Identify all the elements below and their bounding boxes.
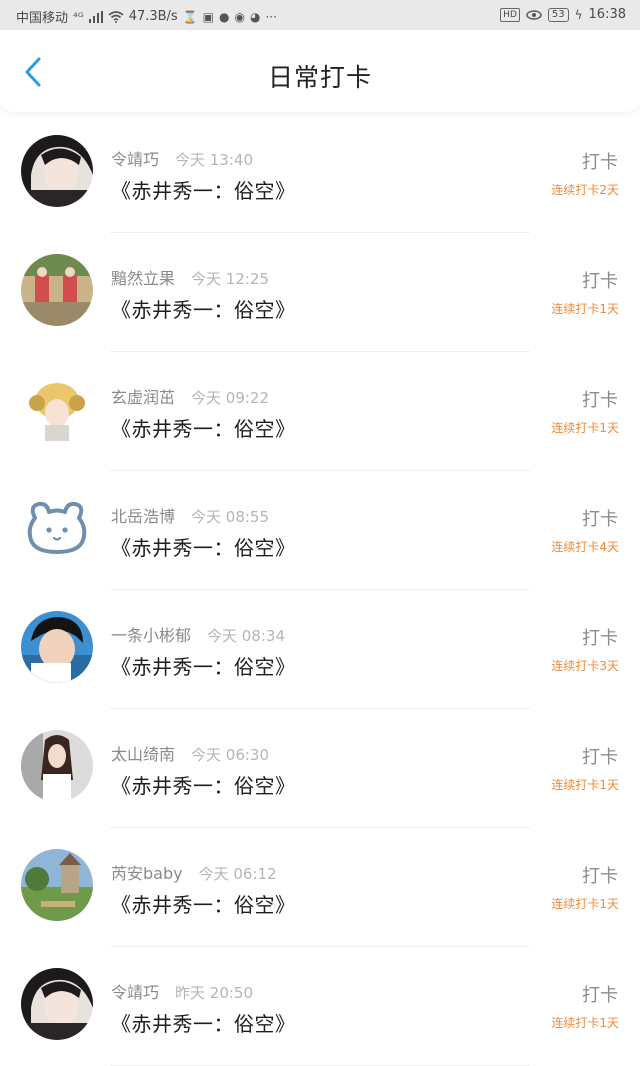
book-title: 《赤井秀一：俗空》 (111, 298, 296, 322)
punch-label: 打卡 (582, 985, 618, 1006)
punch-label: 打卡 (582, 152, 618, 173)
avatar[interactable] (21, 254, 93, 326)
book-title: 《赤井秀一：俗空》 (111, 655, 296, 679)
checkin-row[interactable]: 令靖巧 昨天 20:50 《赤井秀一：俗空》 打卡 连续打卡1天 (0, 947, 640, 1066)
hd-badge: HD (500, 7, 520, 22)
eye-icon (526, 9, 542, 20)
battery-level: 53 (547, 7, 569, 22)
book-title: 《赤井秀一：俗空》 (111, 536, 296, 560)
checkin-row[interactable]: 太山绮南 今天 06:30 《赤井秀一：俗空》 打卡 连续打卡1天 (0, 709, 640, 828)
checkin-row[interactable]: 芮安baby 今天 06:12 《赤井秀一：俗空》 打卡 连续打卡1天 (0, 828, 640, 947)
charging-icon: ϟ (574, 7, 583, 22)
streak-label: 连续打卡1天 (551, 1016, 619, 1030)
clipboard-icon: ▣ (202, 9, 215, 24)
user-name: 一条小彬郁 (111, 626, 192, 645)
checkin-time: 今天 06:30 (191, 746, 270, 764)
avatar[interactable] (21, 135, 93, 207)
user-name: 黯然立果 (111, 269, 176, 288)
streak-label: 连续打卡4天 (551, 540, 619, 554)
clock: 16:38 (588, 7, 626, 22)
more-notifications-icon: ··· (265, 9, 277, 24)
punch-label: 打卡 (582, 747, 618, 768)
checkin-time: 今天 09:22 (191, 389, 270, 407)
avatar[interactable] (21, 968, 93, 1040)
avatar[interactable] (21, 373, 93, 445)
user-name: 令靖巧 (111, 983, 160, 1002)
checkin-row[interactable]: 玄虚润茁 今天 09:22 《赤井秀一：俗空》 打卡 连续打卡1天 (0, 352, 640, 471)
checkin-time: 今天 13:40 (175, 151, 254, 169)
user-name-row: 令靖巧 今天 13:40 (111, 146, 253, 170)
checkin-row[interactable]: 一条小彬郁 今天 08:34 《赤井秀一：俗空》 打卡 连续打卡3天 (0, 590, 640, 709)
user-name-row: 黯然立果 今天 12:25 (111, 265, 269, 289)
user-name-row: 北岳浩博 今天 08:55 (111, 503, 269, 527)
punch-label: 打卡 (582, 271, 618, 292)
checkin-time: 今天 12:25 (191, 270, 270, 288)
signal-4g-label: ⁴ᴳ (73, 9, 84, 24)
streak-label: 连续打卡1天 (551, 778, 619, 792)
user-name: 北岳浩博 (111, 507, 176, 526)
checkin-time: 今天 08:34 (207, 627, 286, 645)
weibo-icon: ◕ (249, 9, 261, 24)
user-name: 玄虚润茁 (111, 388, 176, 407)
punch-label: 打卡 (582, 509, 618, 530)
punch-label: 打卡 (582, 390, 618, 411)
signal-icon (88, 10, 103, 23)
punch-label: 打卡 (582, 628, 618, 649)
qq-icon: ● (219, 9, 230, 24)
user-name: 芮安baby (111, 864, 183, 883)
book-title: 《赤井秀一：俗空》 (111, 179, 296, 203)
book-title: 《赤井秀一：俗空》 (111, 774, 296, 798)
avatar[interactable] (21, 492, 93, 564)
user-name: 太山绮南 (111, 745, 176, 764)
checkin-time: 今天 08:55 (191, 508, 270, 526)
streak-label: 连续打卡1天 (551, 897, 619, 911)
checkin-time: 今天 06:12 (198, 865, 277, 883)
page-title: 日常打卡 (267, 63, 372, 92)
user-name-row: 芮安baby 今天 06:12 (111, 860, 277, 884)
user-name-row: 令靖巧 昨天 20:50 (111, 979, 253, 1003)
avatar[interactable] (21, 730, 93, 802)
book-title: 《赤井秀一：俗空》 (111, 1012, 296, 1036)
checkin-time: 昨天 20:50 (175, 984, 254, 1002)
avatar[interactable] (21, 611, 93, 683)
user-name: 令靖巧 (111, 150, 160, 169)
user-name-row: 玄虚润茁 今天 09:22 (111, 384, 269, 408)
user-name-row: 太山绮南 今天 06:30 (111, 741, 269, 765)
streak-label: 连续打卡1天 (551, 421, 619, 435)
status-bar: 中国移动 ⁴ᴳ 47.3B/s ⌛ ▣ ● ◉ ◕ ··· HD 53 ϟ 16… (0, 0, 640, 30)
book-title: 《赤井秀一：俗空》 (111, 893, 296, 917)
avatar[interactable] (21, 849, 93, 921)
streak-label: 连续打卡2天 (551, 183, 619, 197)
checkin-row[interactable]: 令靖巧 今天 13:40 《赤井秀一：俗空》 打卡 连续打卡2天 (0, 114, 640, 233)
checkin-list: 令靖巧 今天 13:40 《赤井秀一：俗空》 打卡 连续打卡2天 黯然立果 今天 1… (0, 114, 640, 1066)
streak-label: 连续打卡1天 (551, 302, 619, 316)
wifi-icon (108, 10, 124, 23)
checkin-row[interactable]: 黯然立果 今天 12:25 《赤井秀一：俗空》 打卡 连续打卡1天 (0, 233, 640, 352)
wechat-icon: ◉ (234, 9, 245, 24)
streak-label: 连续打卡3天 (551, 659, 619, 673)
checkin-row[interactable]: 北岳浩博 今天 08:55 《赤井秀一：俗空》 打卡 连续打卡4天 (0, 471, 640, 590)
bear-icon (21, 492, 93, 564)
hourglass-icon: ⌛ (182, 9, 198, 24)
punch-label: 打卡 (582, 866, 618, 887)
network-speed: 47.3B/s (128, 9, 178, 24)
user-name-row: 一条小彬郁 今天 08:34 (111, 622, 285, 646)
book-title: 《赤井秀一：俗空》 (111, 417, 296, 441)
app-header: 日常打卡 (0, 30, 640, 112)
carrier-label: 中国移动 (16, 11, 69, 26)
